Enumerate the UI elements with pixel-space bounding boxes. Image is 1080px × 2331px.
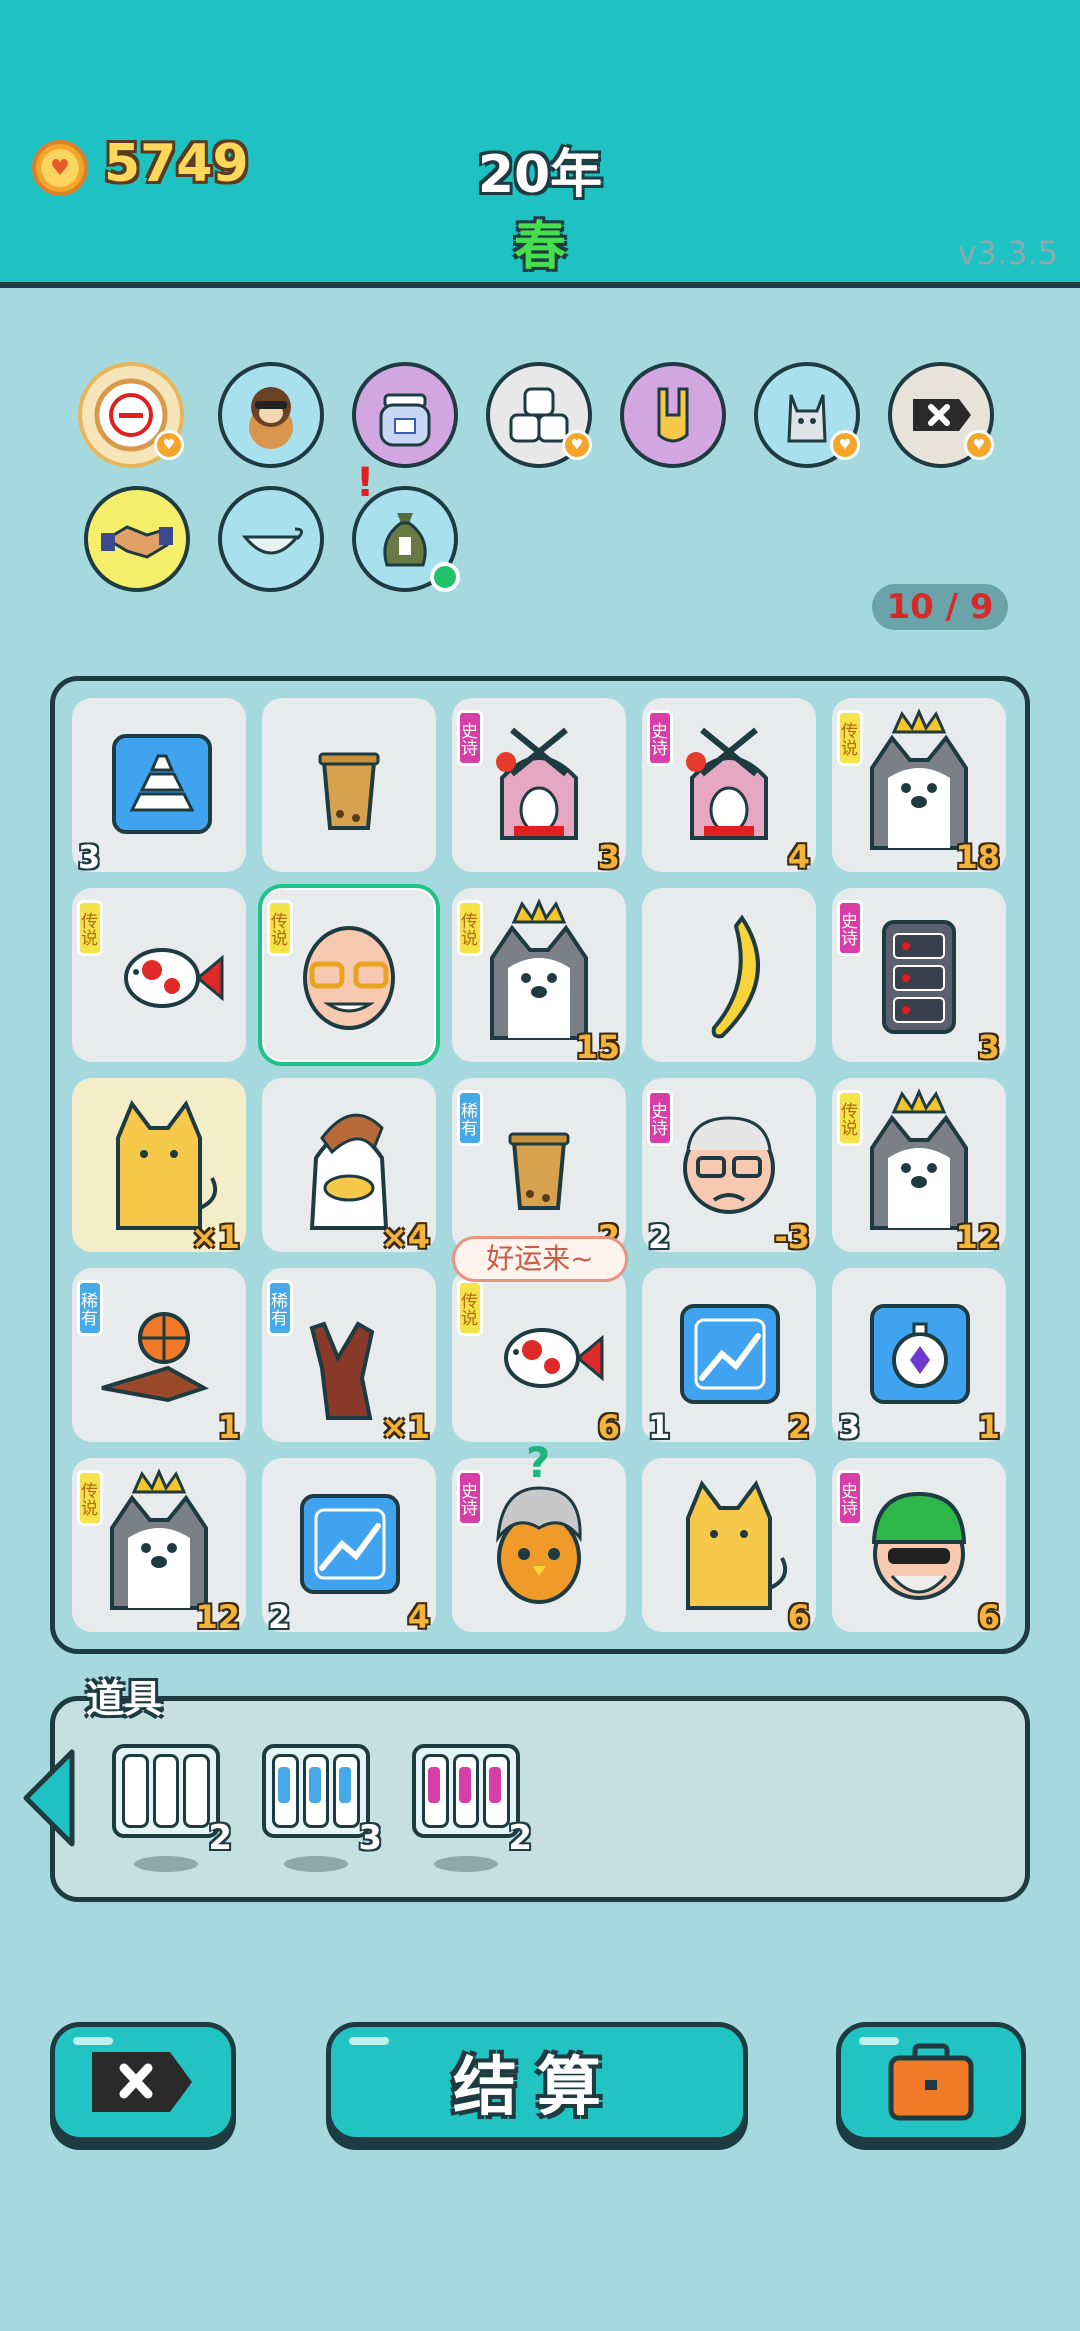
- rarity-tag: 传说: [267, 900, 293, 956]
- cell-value-right: 6: [977, 1598, 1000, 1636]
- board-cell-cow-mascot[interactable]: ×4: [262, 1078, 436, 1256]
- wolf-icon[interactable]: ♥: [754, 362, 860, 468]
- inventory-button[interactable]: [836, 2022, 1026, 2142]
- money-bag-icon[interactable]: !: [352, 460, 460, 592]
- board-cell-green-cap-guy[interactable]: 史诗 6: [832, 1458, 1006, 1636]
- dog-sunglasses-icon[interactable]: [218, 362, 324, 468]
- rarity-tag: 史诗: [457, 710, 483, 766]
- cell-value-right: 4: [787, 838, 810, 876]
- rarity-tag: 稀有: [77, 1280, 103, 1336]
- cell-value-right: ×1: [380, 1408, 430, 1446]
- rarity-tag: 稀有: [457, 1090, 483, 1146]
- board-cell-banana[interactable]: [642, 888, 816, 1062]
- heart-coin-icon: ♥: [32, 140, 88, 196]
- items-title: 道具: [86, 1677, 163, 1721]
- settle-button[interactable]: 结算: [326, 2022, 748, 2142]
- gravy-boat-icon[interactable]: [218, 486, 324, 592]
- board-cell-yellow-cat[interactable]: 6: [642, 1458, 816, 1636]
- board-cell-old-man-face[interactable]: 传说: [258, 884, 440, 1066]
- board-cell-husky-king[interactable]: 传说 12: [72, 1458, 246, 1636]
- cell-count-left: 3: [78, 838, 101, 876]
- board-cell-grumpy-grandpa[interactable]: 史诗 2 -3: [642, 1078, 816, 1256]
- cell-value-right: 18: [955, 838, 1000, 876]
- remove-button[interactable]: [50, 2022, 236, 2142]
- cell-value-right: 2: [787, 1408, 810, 1446]
- cell-value-right: 1: [217, 1408, 240, 1446]
- board-cell-rock-hand[interactable]: 稀有 ×1: [262, 1268, 436, 1446]
- question-mark: ?: [526, 1438, 551, 1487]
- cell-count-left: 2: [648, 1218, 671, 1256]
- cell-count-left: 3: [838, 1408, 861, 1446]
- left-arrow-icon[interactable]: [18, 1748, 78, 1852]
- version-label: v3.3.5: [957, 234, 1058, 272]
- board-cell-chart-card[interactable]: 24: [262, 1458, 436, 1636]
- remove-tag-icon: [92, 2052, 192, 2112]
- cell-value-right: 6: [787, 1598, 810, 1636]
- rarity-tag: 史诗: [457, 1470, 483, 1526]
- rarity-tag: 史诗: [647, 710, 673, 766]
- board-cell-milk-tea[interactable]: 稀有2: [452, 1078, 626, 1256]
- board-cell-milk-tea[interactable]: [262, 698, 436, 872]
- minus-coin-icon[interactable]: ♥: [78, 362, 184, 468]
- board-cell-husky-king[interactable]: 传说 18: [832, 698, 1006, 876]
- board-cell-yellow-cat[interactable]: ×1: [72, 1078, 246, 1256]
- rarity-tag: 传说: [77, 900, 103, 956]
- rock-hand-icon[interactable]: [620, 362, 726, 468]
- cell-value-right: 3: [597, 838, 620, 876]
- rarity-tag: 史诗: [837, 900, 863, 956]
- dice-icon[interactable]: ♥: [486, 362, 592, 468]
- board-cell-gold-bars[interactable]: 3: [72, 698, 246, 876]
- rarity-tag: 传说: [77, 1470, 103, 1526]
- cell-value-right: 15: [575, 1028, 620, 1066]
- rarity-tag: 传说: [837, 1090, 863, 1146]
- board-cell-husky-king[interactable]: 传说 12: [832, 1078, 1006, 1256]
- cell-count-left: 2: [268, 1598, 291, 1636]
- board-cell-rabbit-house[interactable]: 史诗 4: [642, 698, 816, 876]
- cell-value-right: 12: [195, 1598, 240, 1636]
- board-cell-chart-card[interactable]: 12: [642, 1268, 816, 1446]
- milk-tea-icon: [318, 752, 380, 830]
- coin-count: 5749: [104, 134, 249, 194]
- cell-value-right: 4: [407, 1598, 430, 1636]
- cell-value-right: ×1: [190, 1218, 240, 1256]
- cell-count-left: 1: [648, 1408, 671, 1446]
- board-cell-stopwatch-card[interactable]: 31: [832, 1268, 1006, 1446]
- rarity-tag: 史诗: [837, 1470, 863, 1526]
- rarity-tag: 传说: [837, 710, 863, 766]
- board-cell-koi-fish[interactable]: 传说 6: [452, 1268, 626, 1446]
- briefcase-icon: [888, 2043, 974, 2121]
- cell-value-right: -3: [774, 1218, 810, 1256]
- board-cell-rabbit-house[interactable]: 史诗 3: [452, 698, 626, 876]
- slot-counter: 10 / 9: [872, 584, 1008, 630]
- banana-icon: [711, 914, 760, 1039]
- cell-value-right: ×4: [380, 1218, 430, 1256]
- speech-bubble: 好运来~: [452, 1236, 628, 1282]
- rarity-tag: 史诗: [647, 1090, 673, 1146]
- jar-icon[interactable]: [352, 362, 458, 468]
- epic-card-pack[interactable]: 2: [412, 1744, 532, 1872]
- top-bar: ♥ 5749 20年 春 v3.3.5: [0, 0, 1080, 288]
- cell-value-right: 1: [977, 1408, 1000, 1446]
- rare-card-pack[interactable]: 3: [262, 1744, 382, 1872]
- cell-value-right: 12: [955, 1218, 1000, 1256]
- board-cell-basketball-hand[interactable]: 稀有 1: [72, 1268, 246, 1446]
- remove-tag-icon[interactable]: ♥: [888, 362, 994, 468]
- cell-value-right: 3: [977, 1028, 1000, 1066]
- rarity-tag: 传说: [457, 900, 483, 956]
- board-cell-koi-fish[interactable]: 传说: [72, 888, 246, 1062]
- board-cell-server-rack[interactable]: 史诗 3: [832, 888, 1006, 1066]
- rarity-tag: 稀有: [267, 1280, 293, 1336]
- year-label: 20年: [477, 145, 603, 205]
- handshake-icon[interactable]: [84, 486, 190, 592]
- season-label: 春: [513, 217, 566, 277]
- cell-value-right: 6: [597, 1408, 620, 1446]
- plain-card-pack[interactable]: 2: [112, 1744, 232, 1872]
- board-cell-husky-king[interactable]: 传说 15: [452, 888, 626, 1066]
- rarity-tag: 传说: [457, 1280, 483, 1336]
